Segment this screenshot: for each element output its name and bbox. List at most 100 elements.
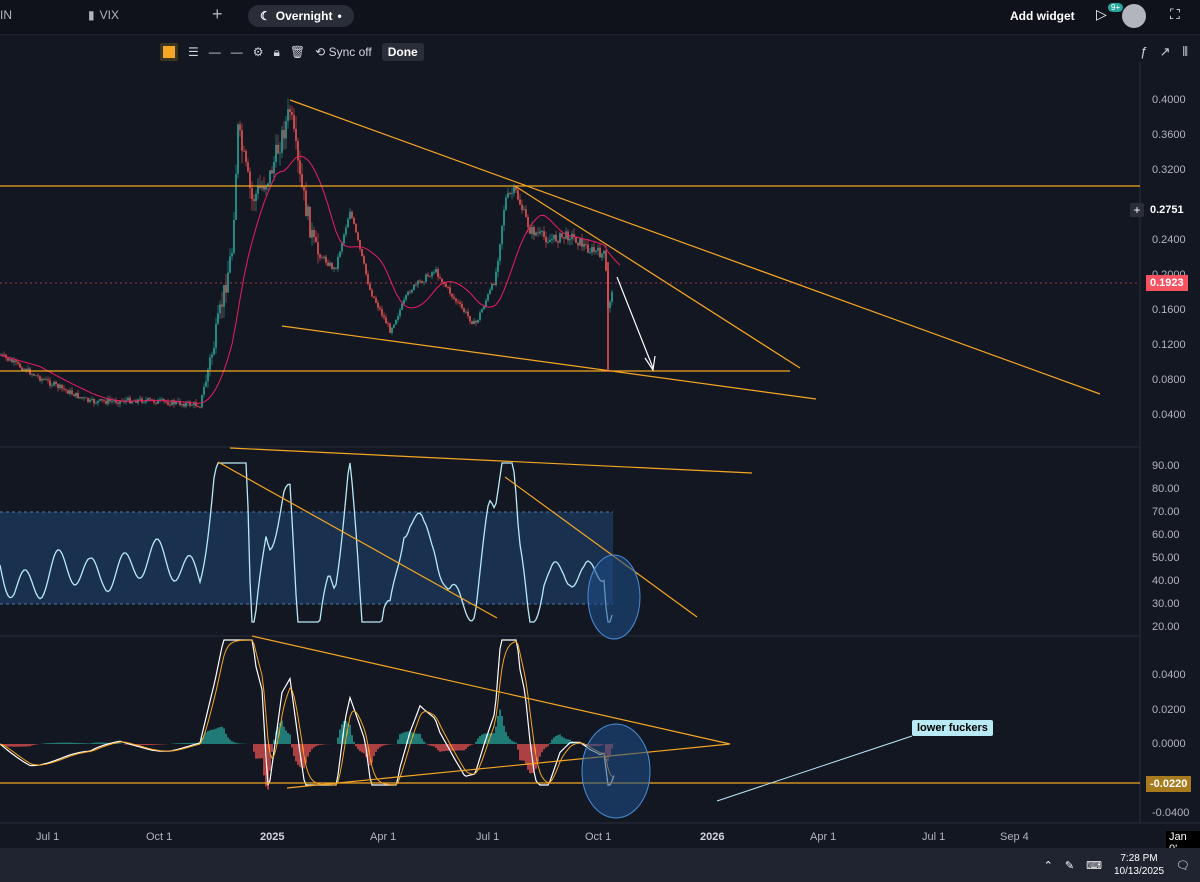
- candle-body: [149, 398, 151, 400]
- histogram-bar: [283, 726, 285, 744]
- histogram-bar: [17, 744, 19, 747]
- histogram-bar: [537, 744, 539, 762]
- candle-body: [143, 402, 145, 404]
- candle-body: [73, 394, 75, 397]
- candle-body: [393, 324, 395, 328]
- candle-body: [31, 374, 33, 375]
- histogram-bar: [513, 741, 515, 744]
- histogram-bar: [545, 744, 547, 748]
- histogram-bar: [291, 744, 293, 748]
- histogram-bar: [349, 724, 351, 744]
- candle-body: [549, 240, 551, 243]
- candle-body: [525, 209, 527, 217]
- histogram-bar: [157, 744, 159, 745]
- candle-body: [535, 232, 537, 236]
- candle-body: [363, 256, 365, 264]
- histogram-bar: [227, 737, 229, 744]
- histogram-bar: [65, 742, 67, 744]
- histogram-bar: [507, 736, 509, 744]
- candle-body: [349, 211, 351, 220]
- price-tick: 0.4000: [1152, 94, 1186, 106]
- candle-body: [151, 399, 153, 401]
- chevron-up-icon[interactable]: ⌃: [1044, 859, 1053, 872]
- histogram-bar: [455, 744, 457, 751]
- histogram-bar: [71, 742, 73, 744]
- candle-body: [247, 162, 249, 172]
- histogram-bar: [399, 734, 401, 744]
- candle-body: [497, 260, 499, 272]
- candle-body: [439, 277, 441, 279]
- candle-body: [481, 309, 483, 313]
- histogram-bar: [51, 742, 53, 744]
- candle-body: [517, 190, 519, 200]
- candle-body: [587, 244, 589, 253]
- add-alert-plus-icon[interactable]: +: [1130, 203, 1144, 217]
- candle-body: [69, 390, 71, 394]
- chart-canvas[interactable]: [0, 0, 1200, 882]
- candle-body: [459, 302, 461, 304]
- histogram-bar: [567, 739, 569, 744]
- candle-body: [437, 269, 439, 278]
- time-tick: Apr 1: [810, 831, 837, 843]
- candle-body: [597, 247, 599, 251]
- histogram-bar: [183, 743, 185, 744]
- candle-body: [17, 361, 19, 364]
- keyboard-icon[interactable]: ⌨: [1086, 859, 1102, 872]
- candle-body: [533, 227, 535, 236]
- candle-body: [311, 229, 313, 238]
- candle-body: [47, 379, 49, 381]
- candle-body: [415, 284, 417, 286]
- histogram-bar: [55, 742, 57, 744]
- notifications-icon[interactable]: 🗨︎: [1176, 859, 1190, 872]
- histogram-bar: [517, 744, 519, 750]
- pen-icon[interactable]: ✎: [1065, 859, 1074, 872]
- candle-body: [503, 209, 505, 226]
- histogram-bar: [437, 744, 439, 751]
- rsi-tick: 90.00: [1152, 460, 1180, 472]
- histogram-bar: [193, 742, 195, 744]
- histogram-bar: [21, 744, 23, 747]
- histogram-bar: [69, 742, 71, 744]
- system-tray: ⌃ ✎ ⌨ 7:28 PM 10/13/2025 🗨︎: [1044, 852, 1190, 878]
- histogram-bar: [505, 732, 507, 744]
- histogram-bar: [435, 744, 437, 748]
- candle-body: [223, 285, 225, 307]
- time-tick: Jul 1: [476, 831, 500, 843]
- histogram-bar: [521, 744, 523, 761]
- histogram-bar: [373, 744, 375, 757]
- histogram-bar: [91, 743, 93, 744]
- clock[interactable]: 7:28 PM 10/13/2025: [1114, 852, 1164, 878]
- rsi-tick: 50.00: [1152, 552, 1180, 564]
- candle-body: [107, 399, 109, 404]
- histogram-bar: [83, 743, 85, 744]
- candle-body: [419, 280, 421, 282]
- histogram-bar: [45, 743, 47, 744]
- candle-body: [451, 293, 453, 297]
- candle-body: [213, 347, 215, 355]
- candle-body: [463, 308, 465, 312]
- candle-body: [231, 252, 233, 257]
- histogram-bar: [551, 739, 553, 744]
- histogram-bar: [319, 744, 321, 745]
- histogram-bar: [557, 735, 559, 744]
- candle-body: [501, 225, 503, 245]
- histogram-bar: [213, 729, 215, 744]
- candle-body: [591, 247, 593, 253]
- candle-body: [275, 144, 277, 162]
- candle-body: [325, 256, 327, 263]
- histogram-bar: [559, 734, 561, 744]
- candle-body: [89, 399, 91, 402]
- candle-body: [215, 323, 217, 348]
- histogram-bar: [383, 744, 385, 746]
- candle-body: [293, 115, 295, 129]
- histogram-bar: [101, 742, 103, 744]
- histogram-bar: [541, 744, 543, 753]
- candle-body: [233, 219, 235, 253]
- candle-body: [499, 244, 501, 261]
- candle-body: [531, 227, 533, 234]
- annotation-label[interactable]: lower fuckers: [912, 720, 993, 736]
- candle-body: [103, 400, 105, 402]
- candle-body: [371, 290, 373, 297]
- histogram-bar: [49, 743, 51, 744]
- trendlines: [0, 99, 1140, 789]
